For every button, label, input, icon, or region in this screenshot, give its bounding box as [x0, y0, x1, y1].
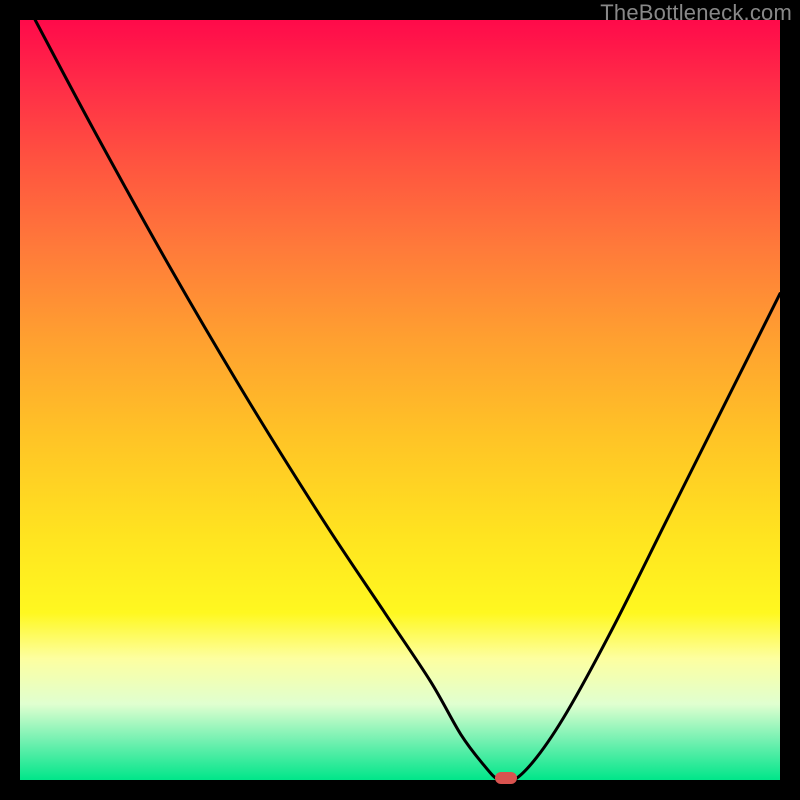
bottleneck-curve	[35, 20, 780, 780]
optimal-marker	[495, 772, 517, 784]
watermark-text: TheBottleneck.com	[600, 0, 792, 26]
curve-svg	[20, 20, 780, 780]
chart-container: TheBottleneck.com	[0, 0, 800, 800]
plot-area	[20, 20, 780, 780]
